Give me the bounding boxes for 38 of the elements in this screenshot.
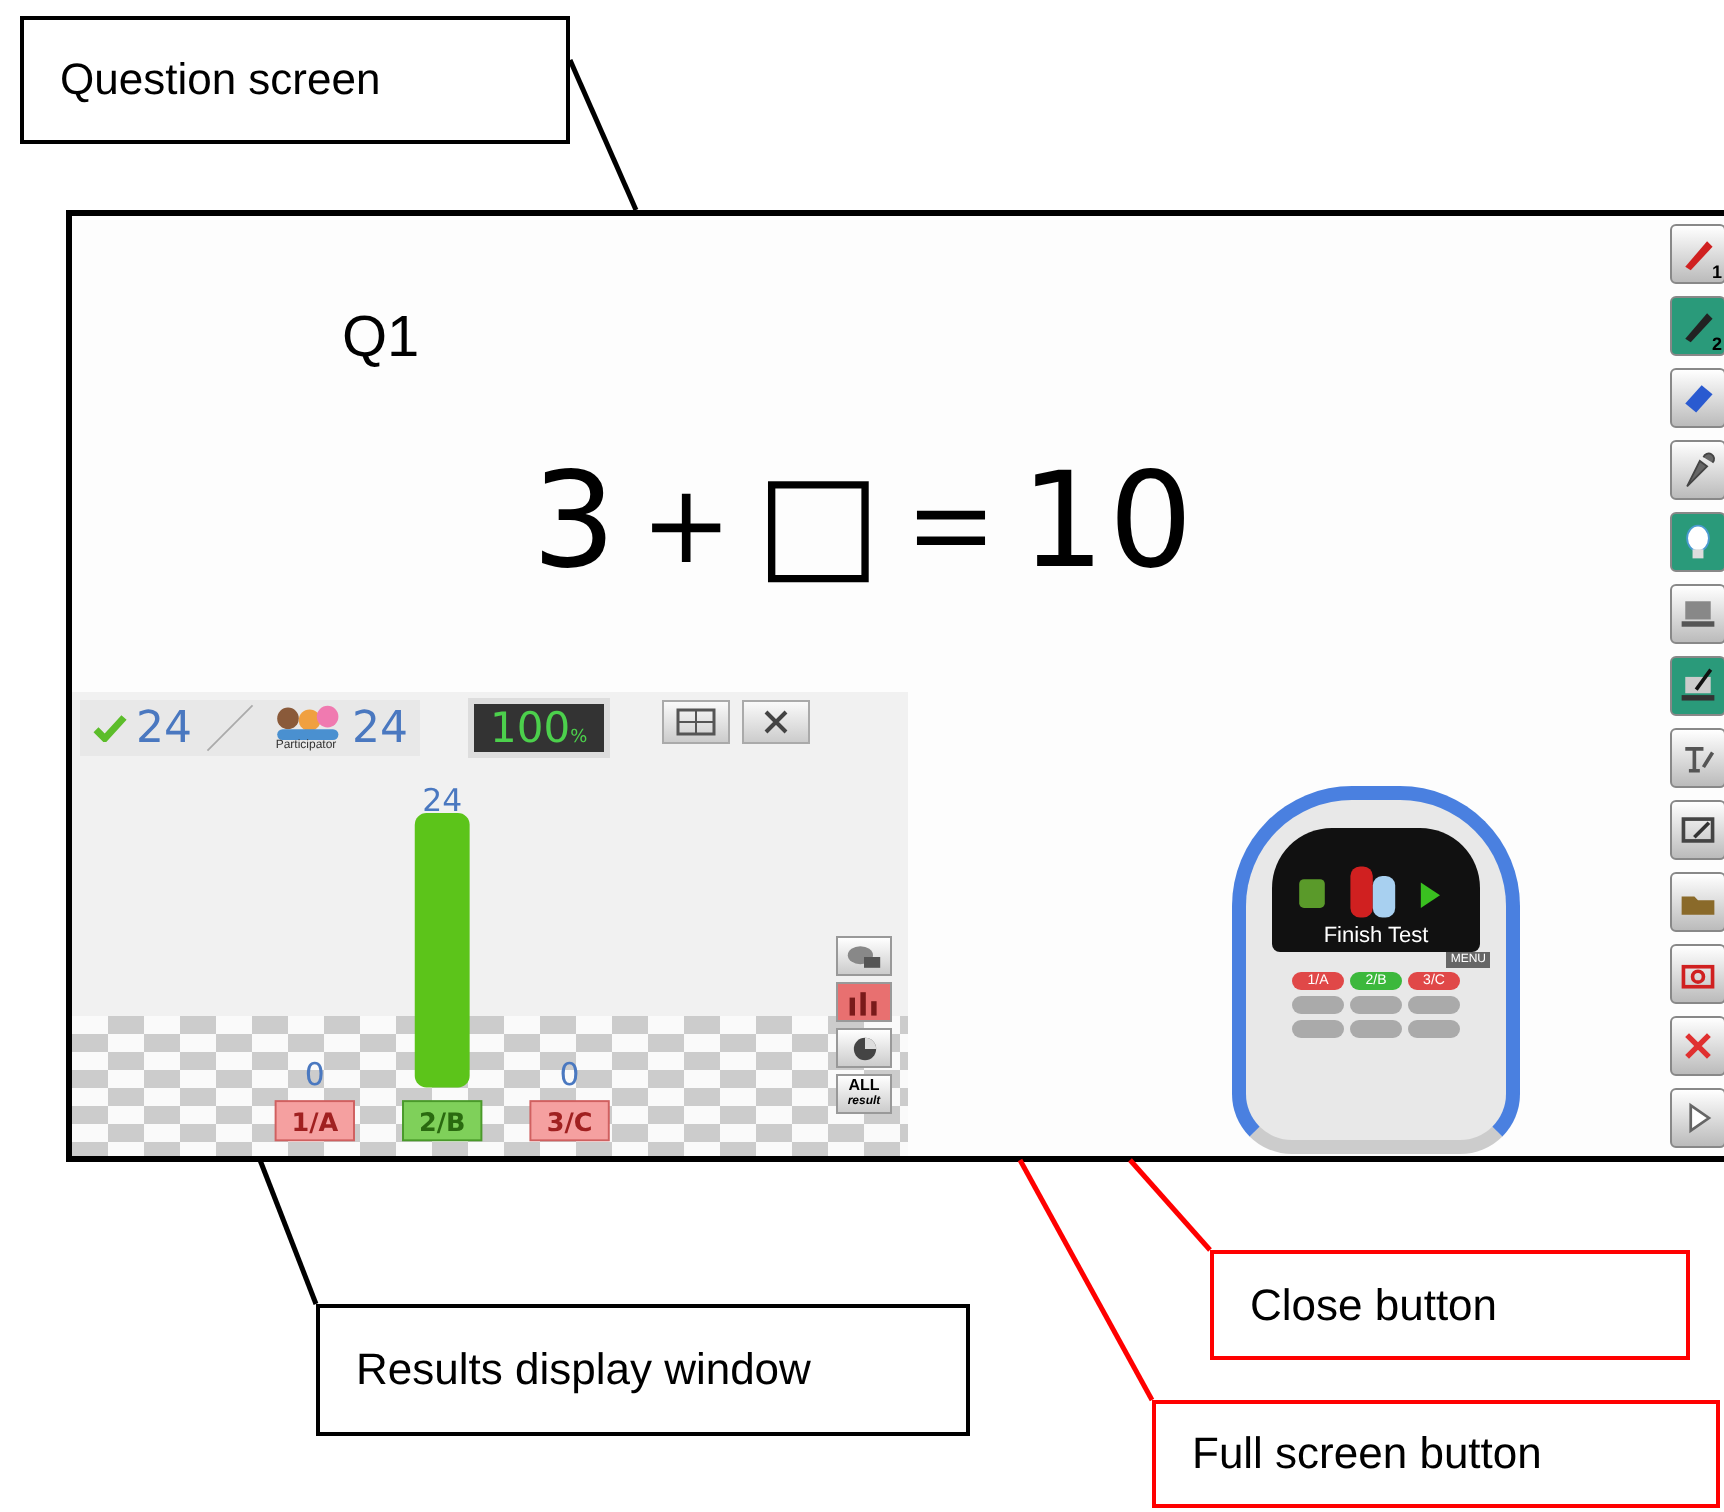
answer-label: 3/C xyxy=(546,1108,593,1139)
toolbar-button[interactable] xyxy=(1670,440,1724,500)
toolbar-button[interactable] xyxy=(1670,728,1724,788)
toolbar-button[interactable] xyxy=(1670,872,1724,932)
close-button[interactable] xyxy=(741,700,810,744)
toolbar-button[interactable] xyxy=(1670,944,1724,1004)
close-icon xyxy=(761,708,790,736)
toolbar-button[interactable]: 2 xyxy=(1670,296,1724,356)
laptop-pen-icon xyxy=(1678,666,1718,706)
bar-value: 0 xyxy=(559,1055,580,1094)
answer-label: 2/B xyxy=(419,1108,466,1139)
pie-chart-icon xyxy=(851,1035,877,1061)
full-screen-button[interactable] xyxy=(661,700,730,744)
question-number: Q1 xyxy=(342,306,420,372)
toolbar-button[interactable] xyxy=(1670,800,1724,860)
finish-test-label: Finish Test xyxy=(1323,924,1429,952)
chat-icon xyxy=(846,943,882,969)
callout-label: Question screen xyxy=(20,16,570,144)
correct-count: 24 xyxy=(136,703,192,753)
toolbar-button[interactable] xyxy=(1670,1088,1724,1148)
callout-label: Close button xyxy=(1210,1250,1690,1360)
bar-value: 24 xyxy=(422,781,463,820)
toolbar-button[interactable] xyxy=(1670,368,1724,428)
question-equation: 3＋□＝10 xyxy=(532,442,1197,602)
toolbar-button[interactable] xyxy=(1670,584,1724,644)
answer-label: 1/A xyxy=(291,1108,339,1139)
callout-label: Full screen button xyxy=(1152,1400,1720,1508)
bar-chart-icon xyxy=(846,989,882,1015)
window-icon xyxy=(675,708,716,736)
toolbar-button[interactable] xyxy=(1670,656,1724,716)
toolbar-button[interactable]: 1 xyxy=(1670,224,1724,284)
callout-label: Results display window xyxy=(316,1304,970,1436)
bar-value: 0 xyxy=(304,1055,325,1094)
participant-count: 24 xyxy=(352,703,408,753)
check-icon xyxy=(92,714,128,742)
view-button[interactable] xyxy=(836,1028,892,1068)
view-button[interactable] xyxy=(836,936,892,976)
percent-display: 100% xyxy=(468,698,610,758)
